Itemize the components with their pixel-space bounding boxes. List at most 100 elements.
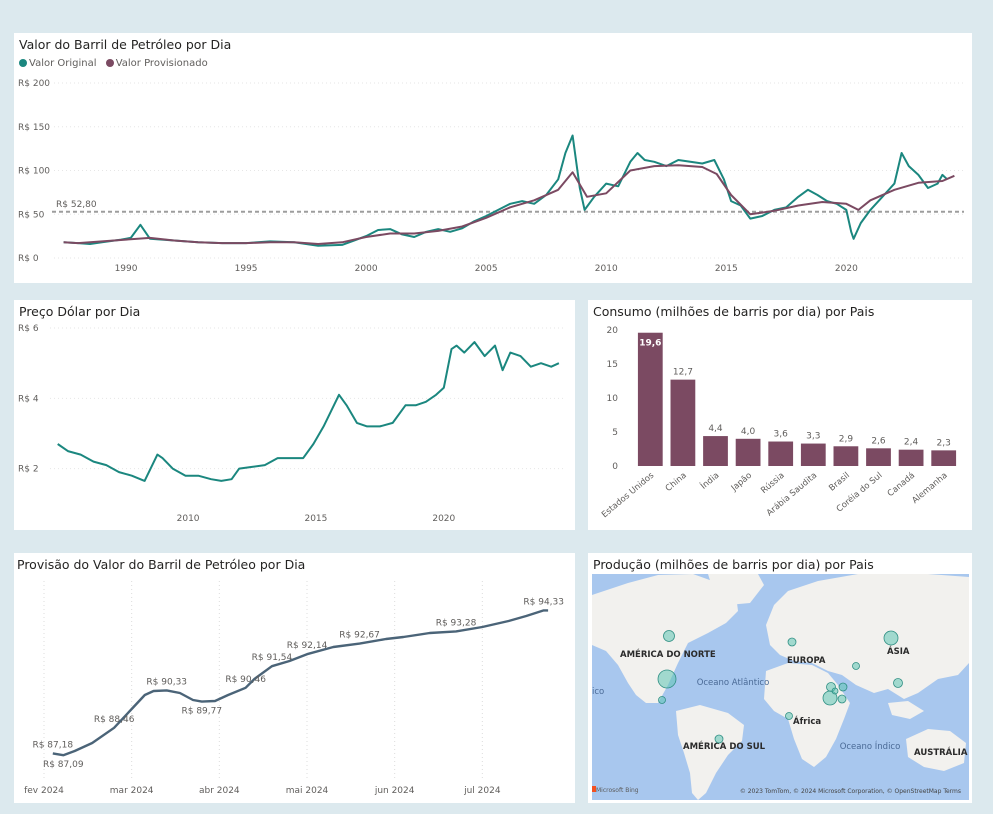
map-bubble-kuwait[interactable] bbox=[831, 687, 839, 695]
map-label-africa: África bbox=[793, 715, 821, 727]
consumption-y-tick: 15 bbox=[607, 360, 618, 370]
map-ocean-indian-label: Oceano Índico bbox=[840, 740, 901, 752]
dollar-y-tick: R$ 2 bbox=[18, 465, 39, 475]
forecast-data-label: R$ 87,18 bbox=[32, 740, 73, 750]
forecast-x-tick: jun 2024 bbox=[374, 786, 415, 796]
consumption-category-label: Alemanha bbox=[910, 471, 949, 506]
forecast-x-tick: abr 2024 bbox=[199, 786, 240, 796]
forecast-data-label: R$ 90,33 bbox=[146, 677, 187, 687]
forecast-chart-plot[interactable]: fev 2024 mar 2024 abr 2024 mai 2024 jun 2024… bbox=[14, 553, 575, 803]
map-bubble-uae[interactable] bbox=[837, 694, 847, 704]
map-bubble-china[interactable] bbox=[893, 678, 903, 688]
forecast-x-tick: fev 2024 bbox=[24, 786, 64, 796]
consumption-value-label: 2,3 bbox=[937, 438, 951, 448]
consumption-bar[interactable] bbox=[800, 443, 826, 466]
map-ocean-atlantic: Oceano Atlântico bbox=[697, 678, 770, 688]
barrel-y-tick: R$ 0 bbox=[18, 254, 39, 264]
dollar-series-line[interactable] bbox=[57, 341, 560, 482]
map-bubble-iran[interactable] bbox=[838, 682, 848, 692]
forecast-data-label: R$ 90,46 bbox=[225, 675, 266, 685]
dollar-x-tick: 2020 bbox=[432, 514, 455, 524]
map-bubble-brazil[interactable] bbox=[714, 734, 724, 744]
consumption-category-label: Canadá bbox=[886, 471, 917, 499]
consumption-value-label: 3,3 bbox=[806, 432, 820, 442]
consumption-chart-plot[interactable]: 20 15 10 5 0 19,6 Estados Unidos 12,7 China 4,4 Ín… bbox=[588, 300, 972, 530]
map-ocean-indian: Oceano Índico bbox=[840, 740, 901, 752]
map-label-north-america: AMÉRICA DO NORTE bbox=[620, 648, 716, 660]
barrel-price-card: Valor do Barril de Petróleo por Dia Valo… bbox=[14, 33, 972, 283]
consumption-bar[interactable] bbox=[735, 438, 761, 466]
production-map-card: Produção (milhões de barris por dia) por… bbox=[588, 553, 972, 803]
barrel-y-tick: R$ 50 bbox=[18, 210, 45, 220]
consumption-category-label: Japão bbox=[729, 471, 754, 494]
consumption-value-label: 3,6 bbox=[774, 430, 789, 440]
barrel-x-tick: 1995 bbox=[235, 264, 258, 274]
consumption-value-label: 2,6 bbox=[871, 436, 886, 446]
forecast-card: Provisão do Valor do Barril de Petróleo … bbox=[14, 553, 575, 803]
map-bubble-russia[interactable] bbox=[883, 630, 899, 646]
consumption-value-label: 2,9 bbox=[839, 434, 854, 444]
map-bubble-norway[interactable] bbox=[787, 637, 797, 647]
forecast-data-label: R$ 88,46 bbox=[94, 715, 135, 725]
map-bubble-canada[interactable] bbox=[663, 630, 675, 642]
barrel-x-tick: 2000 bbox=[355, 264, 378, 274]
forecast-data-label: R$ 91,54 bbox=[252, 653, 293, 663]
map-bubble-nigeria[interactable] bbox=[785, 712, 793, 720]
forecast-x-tick: mar 2024 bbox=[110, 786, 154, 796]
consumption-category-label: Estados Unidos bbox=[600, 470, 657, 520]
dollar-y-tick: R$ 4 bbox=[18, 394, 39, 404]
barrel-x-tick: 2020 bbox=[835, 264, 858, 274]
map-attribution[interactable]: © 2023 TomTom, © 2024 Microsoft Corporat… bbox=[740, 788, 961, 795]
map-label-asia: ÁSIA bbox=[887, 645, 910, 657]
forecast-data-label: R$ 87,09 bbox=[43, 760, 84, 770]
map-edge-text: ico bbox=[592, 687, 604, 697]
consumption-y-tick: 20 bbox=[607, 326, 619, 336]
barrel-y-tick: R$ 100 bbox=[18, 167, 50, 177]
consumption-y-tick: 10 bbox=[607, 394, 619, 404]
consumption-card: Consumo (milhões de barris por dia) por … bbox=[588, 300, 972, 530]
map-bubble-kazakhstan[interactable] bbox=[852, 662, 860, 670]
consumption-bar[interactable] bbox=[833, 446, 859, 466]
map-bubble-usa[interactable] bbox=[657, 669, 677, 689]
map-bing-label: Microsoft Bing bbox=[596, 787, 639, 794]
barrel-chart-plot[interactable]: R$ 200 R$ 150 R$ 100 R$ 50 R$ 0 1990 1995 2000 2… bbox=[14, 33, 972, 283]
forecast-series-line[interactable] bbox=[52, 609, 549, 757]
barrel-x-tick: 2005 bbox=[475, 264, 498, 274]
forecast-data-label: R$ 92,67 bbox=[339, 631, 380, 641]
dollar-y-tick: R$ 6 bbox=[18, 324, 39, 334]
barrel-series-original[interactable] bbox=[63, 134, 948, 247]
consumption-bar[interactable] bbox=[898, 449, 924, 466]
consumption-value-label: 4,4 bbox=[708, 424, 723, 434]
consumption-bar[interactable] bbox=[670, 379, 696, 466]
consumption-y-tick: 0 bbox=[612, 462, 618, 472]
forecast-data-label: R$ 92,14 bbox=[287, 641, 328, 651]
map-bubble-mexico[interactable] bbox=[658, 696, 666, 704]
forecast-data-label: R$ 89,77 bbox=[181, 707, 222, 717]
consumption-value-label: 19,6 bbox=[639, 339, 661, 349]
consumption-category-label: Índia bbox=[698, 469, 722, 492]
consumption-category-label: Brasil bbox=[827, 471, 852, 494]
barrel-y-tick: R$ 150 bbox=[18, 123, 50, 133]
map-ocean-atlantic-label: Oceano Atlântico bbox=[697, 678, 770, 688]
production-map[interactable]: AMÉRICA DO NORTE EUROPA ÁSIA África AMÉR… bbox=[588, 553, 972, 803]
barrel-x-tick: 1990 bbox=[115, 264, 138, 274]
consumption-value-label: 12,7 bbox=[673, 368, 693, 378]
consumption-category-label: Rússia bbox=[759, 471, 786, 496]
consumption-bar[interactable] bbox=[931, 450, 957, 466]
forecast-data-label: R$ 93,28 bbox=[436, 618, 477, 628]
consumption-bar[interactable] bbox=[866, 448, 891, 466]
consumption-bar[interactable] bbox=[768, 441, 794, 466]
map-bing-mark bbox=[592, 786, 596, 792]
consumption-value-label: 4,0 bbox=[741, 427, 756, 437]
barrel-x-tick: 2015 bbox=[715, 264, 738, 274]
dollar-chart-plot[interactable]: R$ 6 R$ 4 R$ 2 2010 2015 2020 bbox=[14, 300, 575, 530]
map-label-australia: AUSTRÁLIA bbox=[914, 746, 968, 758]
forecast-x-tick: jul 2024 bbox=[463, 786, 501, 796]
consumption-bar[interactable] bbox=[703, 436, 728, 466]
consumption-value-label: 2,4 bbox=[904, 438, 919, 448]
consumption-y-tick: 5 bbox=[612, 428, 618, 438]
forecast-data-label: R$ 94,33 bbox=[523, 597, 564, 607]
consumption-bar[interactable] bbox=[637, 332, 663, 466]
dollar-x-tick: 2010 bbox=[177, 514, 200, 524]
dollar-price-card: Preço Dólar por Dia R$ 6 R$ 4 R$ 2 2010 2015… bbox=[14, 300, 575, 530]
